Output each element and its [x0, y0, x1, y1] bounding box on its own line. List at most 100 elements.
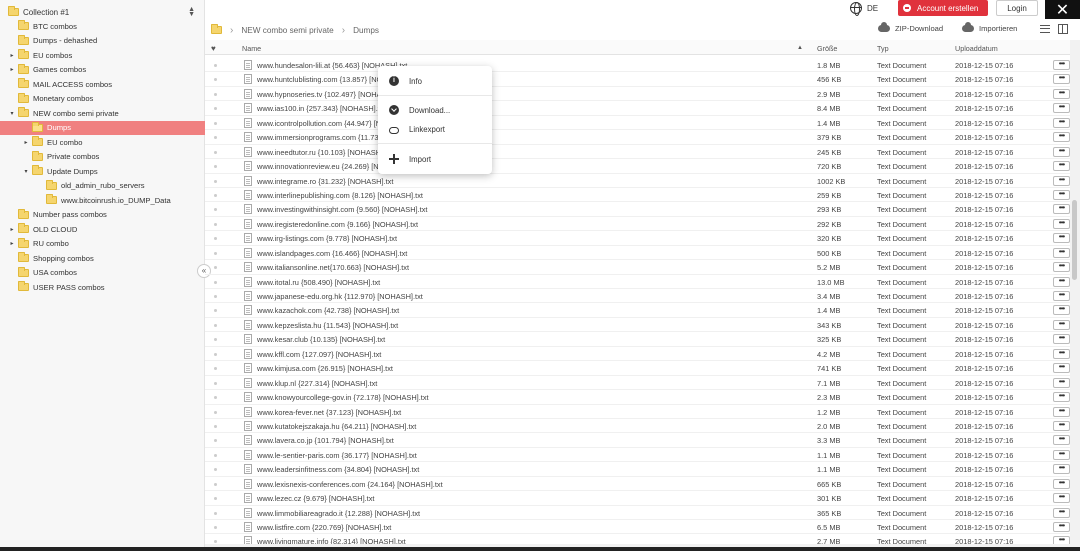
sidebar-item[interactable]: ▸ Games combos: [0, 63, 205, 78]
list-view-icon[interactable]: [1040, 25, 1050, 33]
table-row[interactable]: www.leadersinfitness.com {34.804} [NOHAS…: [205, 462, 1070, 477]
expand-arrow-icon[interactable]: ▾: [22, 168, 30, 175]
login-button[interactable]: Login: [996, 0, 1038, 16]
table-row[interactable]: www.kffl.com {127.097} [NOHASH].txt 4.2 M…: [205, 347, 1070, 362]
more-options-button[interactable]: •••: [1053, 464, 1070, 475]
more-options-button[interactable]: •••: [1053, 334, 1070, 345]
favorite-dot-icon[interactable]: [214, 107, 217, 111]
zip-download-button[interactable]: ZIP-Download: [878, 22, 943, 33]
more-options-button[interactable]: •••: [1053, 377, 1070, 388]
table-row[interactable]: www.lezec.cz {9.679} [NOHASH].txt 301 KB T…: [205, 491, 1070, 506]
more-options-button[interactable]: •••: [1053, 103, 1070, 114]
favorite-dot-icon[interactable]: [214, 237, 217, 241]
table-row[interactable]: www.itotal.ru {508.490} [NOHASH].txt 13.0…: [205, 275, 1070, 289]
favorite-dot-icon[interactable]: [214, 453, 217, 457]
expand-arrow-icon[interactable]: ▾: [8, 110, 16, 117]
favorite-dot-icon[interactable]: [214, 121, 217, 125]
table-row[interactable]: www.le-sentier-paris.com {36.177} [NOHAS…: [205, 448, 1070, 463]
table-row[interactable]: www.ias100.in {257.343} [NOHASH].txt 8.4 …: [205, 101, 1070, 116]
favorite-dot-icon[interactable]: [214, 309, 217, 313]
expand-arrow-icon[interactable]: ▸: [8, 226, 16, 233]
more-options-button[interactable]: •••: [1053, 74, 1070, 85]
sidebar-item[interactable]: ▾ Update Dumps: [0, 164, 205, 179]
favorite-dot-icon[interactable]: [214, 323, 217, 327]
more-options-button[interactable]: •••: [1053, 363, 1070, 374]
table-row[interactable]: www.iregisteredonline.com {9.166} [NOHAS…: [205, 217, 1070, 232]
file-name[interactable]: www.integrame.ro {31.232} [NOHASH].txt: [257, 177, 393, 186]
menu-item-linkexport[interactable]: Linkexport: [378, 122, 492, 136]
file-name[interactable]: www.iregisteredonline.com {9.166} [NOHAS…: [257, 220, 418, 229]
more-options-button[interactable]: •••: [1053, 522, 1070, 532]
favorite-dot-icon[interactable]: [214, 222, 217, 226]
more-options-button[interactable]: •••: [1053, 305, 1070, 316]
sidebar-item[interactable]: Shopping combos: [0, 251, 205, 266]
table-row[interactable]: www.japanese-edu.org.hk {112.970} [NOHAS…: [205, 289, 1070, 304]
scrollbar-thumb[interactable]: [1072, 200, 1077, 280]
more-options-button[interactable]: •••: [1053, 117, 1070, 128]
sidebar-item[interactable]: ▸ EU combos: [0, 48, 205, 63]
language-selector[interactable]: DE: [850, 2, 878, 16]
sidebar-item[interactable]: ▸ RU combo: [0, 237, 205, 252]
table-row[interactable]: www.kazachok.com {42.738} [NOHASH].txt 1.…: [205, 303, 1070, 318]
file-name[interactable]: www.lezec.cz {9.679} [NOHASH].txt: [257, 494, 374, 503]
more-options-button[interactable]: •••: [1053, 392, 1070, 403]
menu-item-download[interactable]: Download...: [378, 103, 492, 117]
favorite-dot-icon[interactable]: [214, 338, 217, 342]
favorite-dot-icon[interactable]: [214, 497, 217, 501]
file-name[interactable]: www.le-sentier-paris.com {36.177} [NOHAS…: [257, 451, 417, 460]
file-name[interactable]: www.listfire.com {220.769} [NOHASH].txt: [257, 523, 391, 532]
sidebar-item[interactable]: USER PASS combos: [0, 280, 205, 295]
collection-select[interactable]: Collection #1 ▲ ▼: [0, 4, 205, 20]
file-name[interactable]: www.investingwithinsight.com {9.560} [NO…: [257, 205, 427, 214]
file-name[interactable]: www.knowyourcollege-gov.in {72.178} [NOH…: [257, 393, 429, 402]
breadcrumb-item-parent[interactable]: NEW combo semi private: [241, 26, 333, 35]
table-row[interactable]: www.hundesalon-lili.at {56.463} [NOHASH]…: [205, 58, 1070, 73]
more-options-button[interactable]: •••: [1053, 348, 1070, 359]
table-row[interactable]: www.hypnoseries.tv {102.497} [NOHASH].tx…: [205, 87, 1070, 102]
table-row[interactable]: www.lavera.co.jp {101.794} [NOHASH].txt 3…: [205, 433, 1070, 448]
favorite-dot-icon[interactable]: [214, 208, 217, 212]
more-options-button[interactable]: •••: [1053, 161, 1070, 172]
table-row[interactable]: www.kutatokejszakaja.hu {64.211} [NOHASH…: [205, 419, 1070, 434]
more-options-button[interactable]: •••: [1053, 247, 1070, 258]
more-options-button[interactable]: •••: [1053, 189, 1070, 200]
table-row[interactable]: www.huntclublisting.com {13.857} [NOHASH…: [205, 72, 1070, 87]
table-row[interactable]: www.listfire.com {220.769} [NOHASH].txt 6…: [205, 520, 1070, 535]
sidebar-item[interactable]: Private combos: [0, 150, 205, 165]
favorite-dot-icon[interactable]: [214, 396, 217, 400]
expand-arrow-icon[interactable]: ▸: [8, 66, 16, 73]
table-row[interactable]: www.klup.nl {227.314} [NOHASH].txt 7.1 MB…: [205, 376, 1070, 391]
favorite-dot-icon[interactable]: [214, 150, 217, 154]
sidebar-item[interactable]: USA combos: [0, 266, 205, 281]
sidebar-item[interactable]: old_admin_rubo_servers: [0, 179, 205, 194]
more-options-button[interactable]: •••: [1053, 175, 1070, 186]
favorite-dot-icon[interactable]: [214, 64, 217, 67]
expand-arrow-icon[interactable]: ▸: [8, 240, 16, 247]
favorite-dot-icon[interactable]: [214, 179, 217, 183]
expand-arrow-icon[interactable]: ▸: [22, 139, 30, 146]
more-options-button[interactable]: •••: [1053, 233, 1070, 244]
more-options-button[interactable]: •••: [1053, 406, 1070, 417]
file-name[interactable]: www.klup.nl {227.314} [NOHASH].txt: [257, 379, 377, 388]
favorite-dot-icon[interactable]: [214, 78, 217, 82]
file-name[interactable]: www.japanese-edu.org.hk {112.970} [NOHAS…: [257, 292, 423, 301]
more-options-button[interactable]: •••: [1053, 60, 1070, 70]
file-name[interactable]: www.kesar.club {10.135} [NOHASH].txt: [257, 335, 385, 344]
file-name[interactable]: www.kffl.com {127.097} [NOHASH].txt: [257, 350, 381, 359]
table-row[interactable]: www.interlinepublishing.com {8.126} [NOH…: [205, 188, 1070, 203]
sidebar-item[interactable]: Number pass combos: [0, 208, 205, 223]
favorite-dot-icon[interactable]: [214, 424, 217, 428]
favorite-dot-icon[interactable]: [214, 251, 217, 255]
file-name[interactable]: www.lexisnexis-conferences.com {24.164} …: [257, 480, 443, 489]
more-options-button[interactable]: •••: [1053, 493, 1070, 504]
column-size[interactable]: Größe: [817, 44, 837, 53]
create-account-button[interactable]: Account erstellen: [898, 0, 988, 16]
favorite-dot-icon[interactable]: [214, 367, 217, 371]
file-name[interactable]: www.itotal.ru {508.490} [NOHASH].txt: [257, 278, 380, 287]
column-name[interactable]: Name: [242, 44, 261, 53]
file-name[interactable]: www.kepzeslista.hu {11.543} [NOHASH].txt: [257, 321, 398, 330]
expand-arrow-icon[interactable]: ▸: [8, 52, 16, 59]
file-name[interactable]: www.islandpages.com {16.466} [NOHASH].tx…: [257, 249, 407, 258]
file-name[interactable]: www.kazachok.com {42.738} [NOHASH].txt: [257, 306, 399, 315]
sidebar-item[interactable]: ▸ EU combo: [0, 135, 205, 150]
